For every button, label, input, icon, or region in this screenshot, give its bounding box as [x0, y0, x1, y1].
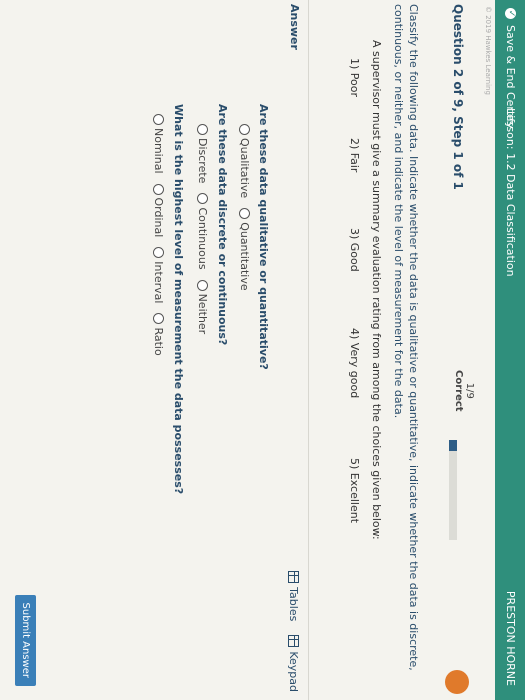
rating-choice: 1) Poor	[348, 58, 361, 98]
radio-button[interactable]	[153, 247, 164, 259]
tables-label: Tables	[287, 587, 300, 622]
radio-button[interactable]	[239, 208, 250, 220]
progress-bar	[449, 440, 457, 540]
option-qualitative[interactable]: Qualitative	[238, 124, 251, 198]
option-label: Discrete	[196, 138, 209, 184]
option-continuous[interactable]: Continuous	[196, 193, 209, 270]
keypad-icon	[288, 635, 299, 648]
measurement-question: What is the highest level of measurement…	[172, 104, 185, 495]
option-ordinal[interactable]: Ordinal	[152, 183, 165, 238]
submit-answer-button[interactable]: Submit Answer	[15, 594, 36, 686]
option-label: Ordinal	[152, 197, 165, 238]
option-ratio[interactable]: Ratio	[152, 313, 165, 356]
rating-choice: 5) Excellent	[348, 458, 361, 524]
progress-fill	[449, 440, 457, 451]
rating-choice: 4) Very good	[348, 328, 361, 399]
section-divider	[308, 0, 309, 700]
option-neither[interactable]: Neither	[196, 279, 209, 335]
option-discrete[interactable]: Discrete	[196, 124, 209, 183]
option-label: Neither	[196, 293, 209, 335]
radio-button[interactable]	[153, 183, 164, 195]
option-interval[interactable]: Interval	[152, 247, 165, 303]
rating-choice: 3) Good	[348, 228, 361, 272]
copyright-note: © 2019 Hawkes Learning	[484, 6, 492, 95]
keypad-button[interactable]: Keypad	[287, 635, 300, 692]
question-number: Question 2 of 9, Step 1 of 1	[451, 4, 465, 190]
scenario-text: A supervisor must give a summary evaluat…	[370, 40, 383, 540]
option-nominal[interactable]: Nominal	[152, 114, 165, 174]
option-label: Continuous	[196, 207, 209, 270]
radio-button[interactable]	[153, 114, 164, 125]
tables-button[interactable]: Tables	[287, 571, 300, 621]
score-status: Correct	[453, 370, 464, 412]
option-label: Ratio	[152, 327, 165, 356]
option-label: Nominal	[152, 128, 165, 174]
radio-button[interactable]	[239, 124, 250, 135]
radio-button[interactable]	[197, 124, 208, 135]
answer-label: Answer	[288, 4, 301, 50]
user-name[interactable]: PRESTON HORNE	[504, 591, 517, 686]
radio-button[interactable]	[197, 279, 208, 291]
qualitative-question: Are these data qualitative or quantitati…	[257, 104, 270, 370]
qualitative-options: Qualitative Quantitative	[238, 124, 251, 291]
radio-button[interactable]	[197, 193, 208, 205]
option-label: Interval	[152, 261, 165, 304]
score-value: 1/9	[464, 382, 475, 399]
keypad-label: Keypad	[287, 651, 300, 692]
measurement-options: Nominal Ordinal Interval Ratio	[152, 114, 165, 356]
score-indicator: 1/9 Correct	[453, 370, 475, 412]
lesson-title: Lesson: 1.2 Data Classification	[504, 108, 517, 277]
radio-button[interactable]	[153, 313, 164, 325]
question-header: Question 2 of 9, Step 1 of 1 1/9 Correct	[421, 0, 479, 700]
screen: ✓ Save & End Certify Lesson: 1.2 Data Cl…	[0, 0, 525, 700]
option-label: Quantitative	[238, 222, 251, 291]
status-badge	[445, 670, 469, 694]
rating-choice: 2) Fair	[348, 138, 361, 173]
save-icon: ✓	[505, 8, 516, 19]
discrete-options: Discrete Continuous Neither	[196, 124, 209, 334]
table-icon	[288, 571, 299, 584]
option-label: Qualitative	[238, 138, 251, 199]
answer-tools: Tables Keypad	[287, 571, 300, 692]
top-bar: ✓ Save & End Certify Lesson: 1.2 Data Cl…	[495, 0, 525, 700]
option-quantitative[interactable]: Quantitative	[238, 208, 251, 291]
discrete-question: Are these data discrete or continuous?	[216, 104, 229, 346]
instructions: Classify the following data. Indicate wh…	[392, 4, 420, 671]
